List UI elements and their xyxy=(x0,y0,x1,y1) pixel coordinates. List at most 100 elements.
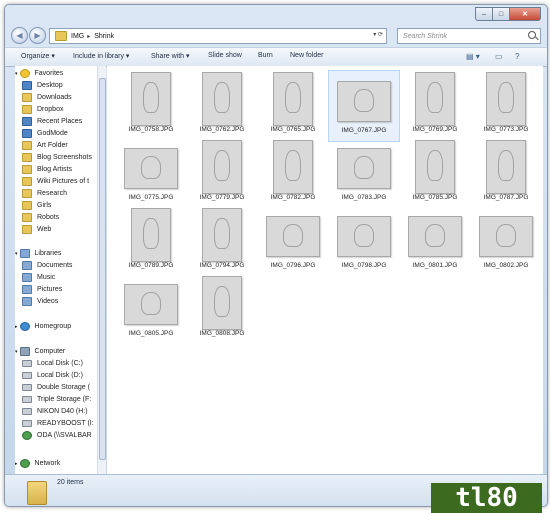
nav-item-downloads[interactable]: Downloads xyxy=(22,92,97,103)
nav-item-triple-storage[interactable]: Triple Storage (F: xyxy=(22,394,97,405)
file-name: IMG_0782.JPG xyxy=(270,194,316,201)
nav-item-oda-network-drive[interactable]: ODA (\\SVALBAR xyxy=(22,430,97,441)
nav-item-wiki-pictures[interactable]: Wiki Pictures of t xyxy=(22,176,97,187)
nav-network[interactable]: ▸ Network xyxy=(15,458,97,469)
address-bar[interactable]: IMG ▸ Shrink ▾ ⟳ xyxy=(49,28,387,44)
nav-label: Girls xyxy=(37,202,52,209)
file-thumbnail[interactable]: IMG_0801.JPG xyxy=(399,206,471,278)
nav-item-blog-screenshots[interactable]: Blog Screenshots xyxy=(22,152,97,163)
image-preview xyxy=(202,72,242,126)
nav-label: Web xyxy=(37,226,52,233)
file-name: IMG_0762.JPG xyxy=(199,126,245,133)
file-thumbnail[interactable]: IMG_0765.JPG xyxy=(257,70,329,142)
file-thumbnail[interactable]: IMG_0805.JPG xyxy=(115,274,187,346)
watermark-logo: tl80 xyxy=(431,483,542,513)
nav-item-nikon-d40[interactable]: NIKON D40 (H:) xyxy=(22,406,97,417)
file-thumbnail[interactable]: IMG_0785.JPG xyxy=(399,138,471,210)
file-thumbnail[interactable]: IMG_0767.JPG xyxy=(328,70,400,142)
nav-label: READYBOOST (I: xyxy=(37,420,94,427)
new-folder-button[interactable]: New folder xyxy=(290,52,323,59)
forward-button[interactable]: ▶ xyxy=(29,27,46,44)
nav-item-blog-artists[interactable]: Blog Artists xyxy=(22,164,97,175)
navigation-row: ◀ ▶ IMG ▸ Shrink ▾ ⟳ Search Shrink xyxy=(5,25,547,45)
navigation-scrollbar[interactable] xyxy=(97,66,106,474)
file-thumbnail[interactable]: IMG_0798.JPG xyxy=(328,206,400,278)
nav-item-recent-places[interactable]: Recent Places xyxy=(22,116,97,127)
nav-label: Research xyxy=(37,190,67,197)
file-name: IMG_0794.JPG xyxy=(199,262,245,269)
search-icon[interactable] xyxy=(528,31,536,39)
share-with-button[interactable]: Share with ▾ xyxy=(151,52,190,60)
nav-item-research[interactable]: Research xyxy=(22,188,97,199)
file-name: IMG_0783.JPG xyxy=(341,194,387,201)
nav-item-videos[interactable]: Videos xyxy=(22,296,97,307)
file-thumbnail[interactable]: IMG_0779.JPG xyxy=(186,138,258,210)
nav-item-pictures[interactable]: Pictures xyxy=(22,284,97,295)
preview-pane-icon[interactable]: ▭ xyxy=(495,52,503,61)
file-thumbnail[interactable]: IMG_0782.JPG xyxy=(257,138,329,210)
back-button[interactable]: ◀ xyxy=(11,27,28,44)
minimize-button[interactable]: – xyxy=(475,7,493,21)
breadcrumb-shrink[interactable]: Shrink xyxy=(94,33,114,40)
nav-label: Network xyxy=(34,460,61,467)
image-preview xyxy=(273,140,313,194)
nav-item-local-disk-d[interactable]: Local Disk (D:) xyxy=(22,370,97,381)
file-name: IMG_0773.JPG xyxy=(483,126,529,133)
nav-item-girls[interactable]: Girls xyxy=(22,200,97,211)
item-count: 20 items xyxy=(57,479,84,486)
organize-button[interactable]: Organize ▾ xyxy=(21,52,55,60)
breadcrumb-img[interactable]: IMG xyxy=(71,33,84,40)
slide-show-button[interactable]: Slide show xyxy=(208,52,242,59)
file-thumbnail[interactable]: IMG_0808.JPG xyxy=(186,274,258,346)
file-name: IMG_0789.JPG xyxy=(128,262,174,269)
file-thumbnail[interactable]: IMG_0769.JPG xyxy=(399,70,471,142)
downloads-icon xyxy=(22,93,32,102)
file-thumbnail[interactable]: IMG_0787.JPG xyxy=(470,138,542,210)
watermark-text: tl80 xyxy=(455,483,518,513)
nav-item-double-storage[interactable]: Double Storage ( xyxy=(22,382,97,393)
search-input[interactable]: Search Shrink xyxy=(397,28,541,44)
nav-item-web[interactable]: Web xyxy=(22,224,97,235)
file-thumbnail[interactable]: IMG_0762.JPG xyxy=(186,70,258,142)
image-preview xyxy=(131,208,171,262)
folder-icon xyxy=(22,105,32,114)
image-preview xyxy=(202,276,242,330)
nav-item-dropbox[interactable]: Dropbox xyxy=(22,104,97,115)
nav-item-desktop[interactable]: Desktop xyxy=(22,80,97,91)
file-thumbnail[interactable]: IMG_0794.JPG xyxy=(186,206,258,278)
refresh-icon[interactable]: ▾ ⟳ xyxy=(373,31,383,38)
nav-label: Robots xyxy=(37,214,60,221)
nav-item-godmode[interactable]: GodMode xyxy=(22,128,97,139)
image-preview xyxy=(408,216,462,257)
file-thumbnail[interactable]: IMG_0796.JPG xyxy=(257,206,329,278)
scrollbar-thumb[interactable] xyxy=(99,78,106,460)
include-in-library-button[interactable]: Include in library ▾ xyxy=(73,52,129,60)
nav-item-art-folder[interactable]: Art Folder xyxy=(22,140,97,151)
nav-item-local-disk-c[interactable]: Local Disk (C:) xyxy=(22,358,97,369)
file-thumbnail[interactable]: IMG_0802.JPG xyxy=(470,206,542,278)
file-thumbnail[interactable]: IMG_0775.JPG xyxy=(115,138,187,210)
view-options-icon[interactable]: ▤ ▾ xyxy=(466,52,480,61)
burn-button[interactable]: Burn xyxy=(258,52,273,59)
nav-item-readyboost[interactable]: READYBOOST (I: xyxy=(22,418,97,429)
image-preview xyxy=(415,72,455,126)
nav-item-documents[interactable]: Documents xyxy=(22,260,97,271)
breadcrumb-separator[interactable]: ▸ xyxy=(87,33,90,40)
file-thumbnail[interactable]: IMG_0758.JPG xyxy=(115,70,187,142)
nav-homegroup[interactable]: ▸ Homegroup xyxy=(15,321,97,332)
file-name: IMG_0796.JPG xyxy=(270,262,316,269)
help-icon[interactable]: ? xyxy=(515,52,519,61)
star-icon xyxy=(19,69,30,78)
nav-computer[interactable]: ▾ Computer xyxy=(15,346,97,357)
maximize-button[interactable]: □ xyxy=(493,7,510,21)
file-thumbnail[interactable]: IMG_0773.JPG xyxy=(470,70,542,142)
file-thumbnail[interactable]: IMG_0783.JPG xyxy=(328,138,400,210)
nav-favorites[interactable]: ▾ Favorites xyxy=(15,68,97,79)
nav-libraries[interactable]: ▾ Libraries xyxy=(15,248,97,259)
nav-item-music[interactable]: Music xyxy=(22,272,97,283)
close-button[interactable]: ✕ xyxy=(510,7,541,21)
nav-item-robots[interactable]: Robots xyxy=(22,212,97,223)
image-preview xyxy=(415,140,455,194)
file-name: IMG_0787.JPG xyxy=(483,194,529,201)
file-thumbnail[interactable]: IMG_0789.JPG xyxy=(115,206,187,278)
